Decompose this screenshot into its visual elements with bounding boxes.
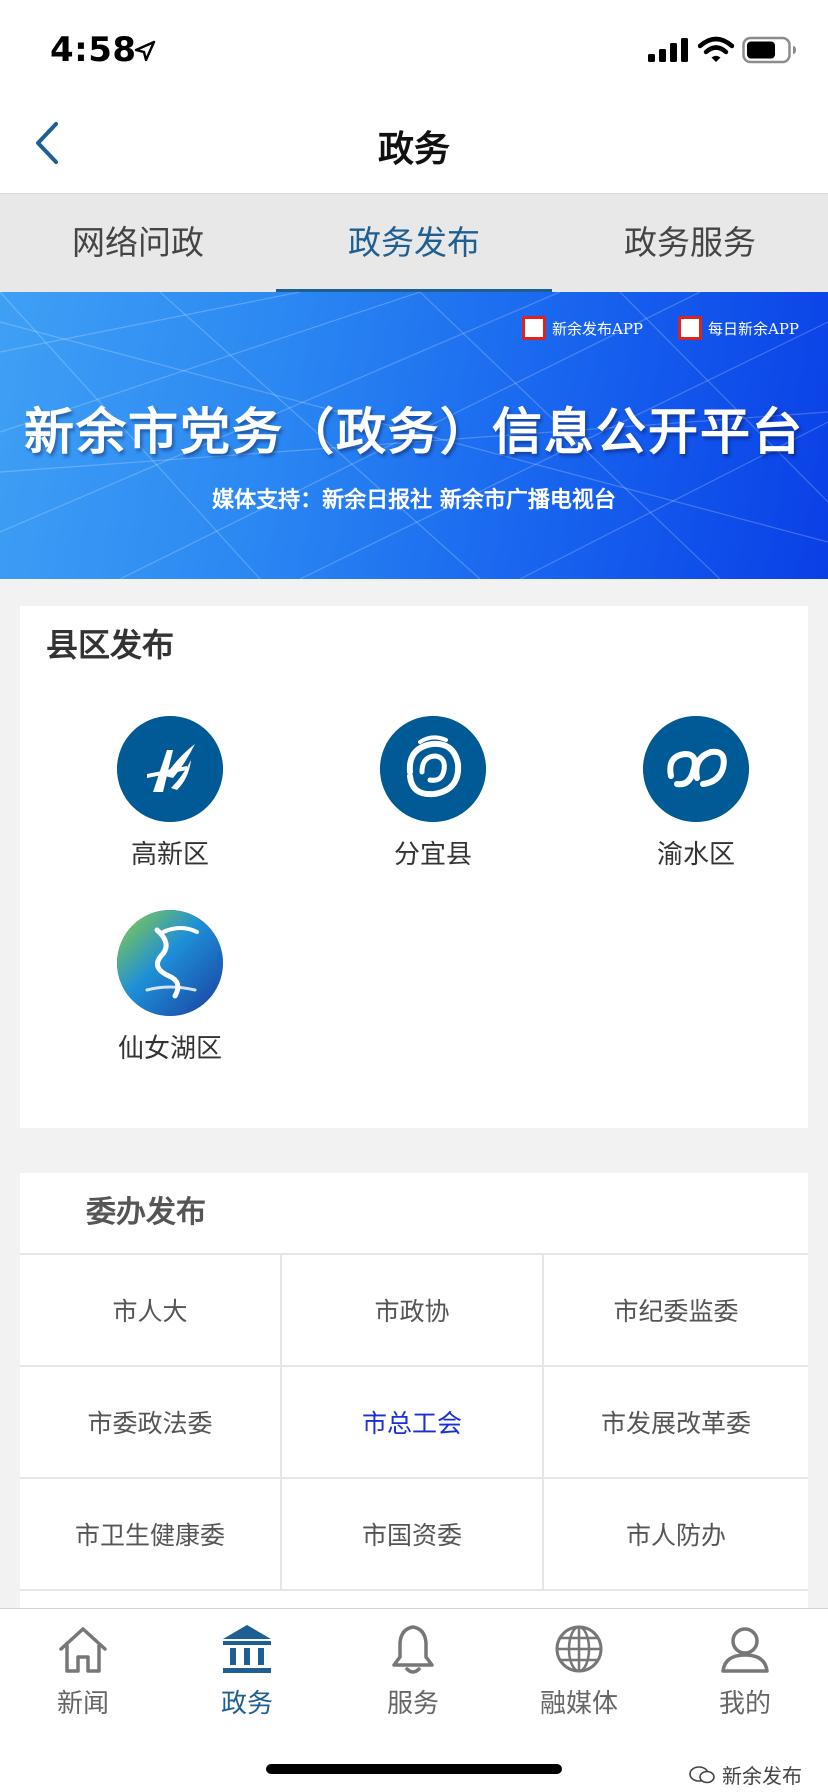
banner-subtitle: 媒体支持：新余日报社 新余市广播电视台 xyxy=(212,488,616,513)
wechat-icon xyxy=(689,1765,715,1783)
tab-government-service[interactable]: 政务服务 xyxy=(552,194,828,292)
county-name: 仙女湖区 xyxy=(117,1034,222,1064)
user-icon xyxy=(721,1627,769,1673)
county-item-yushui[interactable]: 渝水区 xyxy=(596,716,796,871)
county-name: 分宜县 xyxy=(393,840,472,870)
section-title: 县区发布 xyxy=(46,626,175,664)
bottom-tab-services[interactable]: 服务 xyxy=(348,1621,478,1720)
dept-item-political-legal-committee[interactable]: 市委政法委 xyxy=(20,1367,282,1479)
bell-icon xyxy=(392,1625,434,1674)
banner-app-label: 新余发布APP xyxy=(552,319,644,338)
dept-item-state-assets-commission[interactable]: 市国资委 xyxy=(282,1479,544,1591)
banner-app-xinyu-release: 新余发布APP xyxy=(522,314,643,342)
location-arrow-icon xyxy=(134,40,156,62)
cellular-signal-icon xyxy=(648,38,688,62)
page-title: 政务 xyxy=(377,129,450,170)
globe-icon xyxy=(555,1625,603,1673)
dept-item-health-commission[interactable]: 市卫生健康委 xyxy=(20,1479,282,1591)
tab-online-inquiry[interactable]: 网络问政 xyxy=(0,194,276,292)
banner-app-daily-xinyu: 每日新余APP xyxy=(678,314,799,342)
bottom-tab-me[interactable]: 我的 xyxy=(680,1621,810,1720)
bottom-tab-label: 新闻 xyxy=(56,1689,109,1719)
watermark-text: 新余发布 xyxy=(722,1764,802,1788)
top-tab-bar: 网络问政 政务发布 政务服务 xyxy=(0,194,828,292)
county-item-gaoxin[interactable]: 高新区 xyxy=(70,716,270,871)
dept-item-federation-of-trade-unions[interactable]: 市总工会 xyxy=(282,1367,544,1479)
bottom-tab-label: 融媒体 xyxy=(539,1689,618,1719)
county-name: 渝水区 xyxy=(656,840,735,870)
platform-banner[interactable]: 新余发布APP 每日新余APP 新余市党务（政务）信息公开平台 媒体支持：新余日… xyxy=(0,292,828,579)
county-name: 高新区 xyxy=(130,840,209,870)
bottom-tab-integrated-media[interactable]: 融媒体 xyxy=(514,1621,644,1720)
banner-app-label: 每日新余APP xyxy=(708,319,800,338)
bottom-tab-government[interactable]: 政务 xyxy=(182,1621,312,1720)
county-item-xiannvhu[interactable]: 仙女湖区 xyxy=(70,910,270,1065)
battery-icon xyxy=(742,36,796,64)
dept-item-development-reform-commission[interactable]: 市发展改革委 xyxy=(544,1367,808,1479)
county-release-section: 县区发布 高新区 分宜县 渝水区 仙女湖区 xyxy=(20,606,808,1128)
xiannvhu-logo-icon xyxy=(117,910,223,1016)
status-time: 4:58 xyxy=(50,30,137,70)
daily-xinyu-app-icon xyxy=(678,316,702,340)
yushui-logo-icon xyxy=(643,716,749,822)
gaoxin-logo-icon xyxy=(117,716,223,822)
wechat-watermark: 新余发布 xyxy=(688,1760,802,1789)
home-indicator[interactable] xyxy=(266,1764,562,1774)
bottom-tab-label: 我的 xyxy=(718,1689,771,1719)
tab-government-release[interactable]: 政务发布 xyxy=(276,194,552,292)
government-building-icon xyxy=(223,1625,271,1673)
xinyu-release-app-icon xyxy=(522,316,546,340)
dept-item-municipal-peoples-congress[interactable]: 市人大 xyxy=(20,1255,282,1367)
dept-item-municipal-cppcc[interactable]: 市政协 xyxy=(282,1255,544,1367)
fenyi-logo-icon xyxy=(380,716,486,822)
status-bar: 4:58 xyxy=(0,0,828,92)
bottom-tab-news[interactable]: 新闻 xyxy=(18,1621,148,1720)
bottom-tab-label: 政务 xyxy=(220,1689,273,1719)
navigation-bar: 政务 xyxy=(0,92,828,194)
dept-item-discipline-inspection[interactable]: 市纪委监委 xyxy=(544,1255,808,1367)
home-icon xyxy=(59,1627,107,1673)
wifi-icon xyxy=(698,36,734,62)
bottom-tab-label: 服务 xyxy=(386,1689,439,1719)
department-grid: 市人大 市政协 市纪委监委 市委政法委 市总工会 市发展改革委 市卫生健康委 市… xyxy=(20,1253,808,1591)
county-item-fenyi[interactable]: 分宜县 xyxy=(333,716,533,871)
dept-item-civil-air-defense-office[interactable]: 市人防办 xyxy=(544,1479,808,1591)
department-release-section: 委办发布 市人大 市政协 市纪委监委 市委政法委 市总工会 市发展改革委 市卫生… xyxy=(20,1173,808,1613)
section-title: 委办发布 xyxy=(86,1195,206,1230)
banner-title: 新余市党务（政务）信息公开平台 xyxy=(24,403,804,461)
